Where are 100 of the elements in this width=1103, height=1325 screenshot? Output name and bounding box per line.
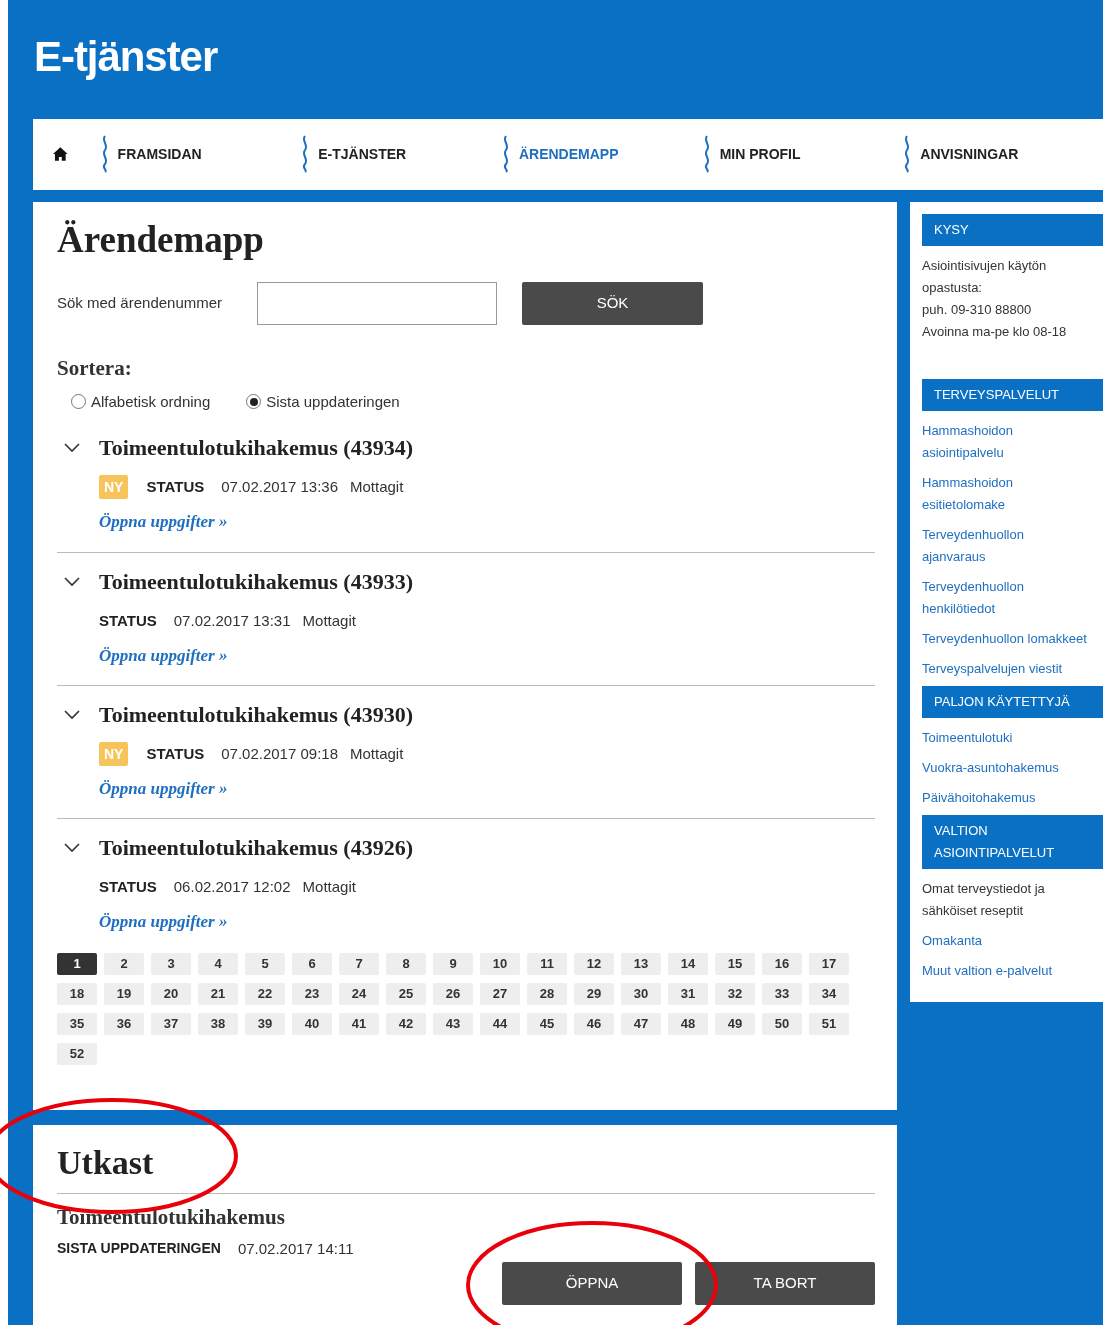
- page-number-button[interactable]: 41: [339, 1013, 379, 1035]
- sidebar-link[interactable]: Omakanta: [922, 930, 1103, 952]
- open-details-link[interactable]: Öppna uppgifter »: [99, 912, 228, 931]
- page-number-button[interactable]: 12: [574, 953, 614, 975]
- page-number-button[interactable]: 31: [668, 983, 708, 1005]
- sidebar-section-header: VALTION ASIOINTIPALVELUT: [922, 815, 1103, 869]
- page-number-button[interactable]: 23: [292, 983, 332, 1005]
- page-number-button[interactable]: 16: [762, 953, 802, 975]
- page-number-button[interactable]: 52: [57, 1043, 97, 1065]
- page-number-button[interactable]: 50: [762, 1013, 802, 1035]
- page-number-button[interactable]: 45: [527, 1013, 567, 1035]
- open-details-link[interactable]: Öppna uppgifter »: [99, 779, 228, 798]
- radio-button[interactable]: [246, 394, 262, 410]
- page-number-button[interactable]: 38: [198, 1013, 238, 1035]
- sidebar-link[interactable]: Muut valtion e-palvelut: [922, 960, 1103, 982]
- sidebar-text: Avoinna ma-pe klo 08-18: [922, 323, 1068, 341]
- page-number-button[interactable]: 35: [57, 1013, 97, 1035]
- page-number-button[interactable]: 11: [527, 953, 567, 975]
- radio-button[interactable]: [71, 394, 86, 410]
- page-number-button[interactable]: 13: [621, 953, 661, 975]
- page-number-button[interactable]: 3: [151, 953, 191, 975]
- page-heading: Ärendemapp: [57, 218, 265, 262]
- status-label: STATUS: [99, 610, 157, 631]
- page-number-button[interactable]: 18: [57, 983, 97, 1005]
- open-details-link[interactable]: Öppna uppgifter »: [99, 512, 228, 531]
- page-number-button[interactable]: 5: [245, 953, 285, 975]
- page-number-button[interactable]: 42: [386, 1013, 426, 1035]
- case-title: Toimeentulotukihakemus (43930): [99, 701, 413, 729]
- home-icon[interactable]: [53, 147, 68, 162]
- page-number-button[interactable]: 30: [621, 983, 661, 1005]
- nav-link[interactable]: ÄRENDEMAPP: [518, 143, 619, 165]
- new-badge: NY: [99, 475, 129, 499]
- status-date: 07.02.2017 13:31: [173, 610, 291, 631]
- page-number-button[interactable]: 24: [339, 983, 379, 1005]
- nav-link[interactable]: ANVISNINGAR: [920, 143, 1019, 165]
- status-value: Mottagit: [350, 476, 404, 497]
- page-number-button[interactable]: 51: [809, 1013, 849, 1035]
- status-date: 07.02.2017 13:36: [221, 476, 338, 497]
- case-title: Toimeentulotukihakemus (43934): [99, 434, 413, 462]
- page-number-button[interactable]: 25: [386, 983, 426, 1005]
- search-button[interactable]: SÖK: [522, 282, 703, 325]
- sidebar-link[interactable]: Hammashoidon esitietolomake: [922, 472, 1103, 516]
- page-number-button[interactable]: 48: [668, 1013, 708, 1035]
- sidebar-link[interactable]: Terveydenhuollon henkilötiedot: [922, 576, 1103, 620]
- page-number-button[interactable]: 17: [809, 953, 849, 975]
- chevron-down-icon[interactable]: [64, 576, 80, 587]
- sidebar-link[interactable]: Terveydenhuollon ajanvaraus: [922, 524, 1103, 568]
- sidebar-link[interactable]: Vuokra-asuntohakemus: [922, 757, 1103, 779]
- page-number-button[interactable]: 19: [104, 983, 144, 1005]
- status-label: STATUS: [146, 476, 205, 497]
- page-number-button[interactable]: 43: [433, 1013, 473, 1035]
- page-number-button[interactable]: 20: [151, 983, 191, 1005]
- sidebar-section-header: TERVEYSPALVELUT: [922, 379, 1103, 411]
- page-number-button[interactable]: 29: [574, 983, 614, 1005]
- page-number-button[interactable]: 32: [715, 983, 755, 1005]
- case-number-field[interactable]: [257, 282, 497, 325]
- open-details-link[interactable]: Öppna uppgifter »: [99, 646, 228, 665]
- sidebar-link[interactable]: Päivähoitohakemus: [922, 787, 1103, 809]
- page-number-button[interactable]: 49: [715, 1013, 755, 1035]
- sidebar-link[interactable]: Terveyspalvelujen viestit: [922, 658, 1103, 680]
- page-number-button[interactable]: 37: [151, 1013, 191, 1035]
- nav-link[interactable]: MIN PROFIL: [719, 143, 801, 165]
- page-number-button[interactable]: 44: [480, 1013, 520, 1035]
- sidebar-link[interactable]: Hammashoidon asiointipalvelu: [922, 420, 1103, 464]
- page-number-button[interactable]: 46: [574, 1013, 614, 1035]
- status-value: Mottagit: [302, 876, 356, 897]
- page-number-button[interactable]: 1: [57, 953, 97, 975]
- sidebar-link[interactable]: Terveydenhuollon lomakkeet: [922, 628, 1103, 650]
- page-number-button[interactable]: 26: [433, 983, 473, 1005]
- sidebar-link[interactable]: Toimeentulotuki: [922, 727, 1103, 749]
- page-number-button[interactable]: 8: [386, 953, 426, 975]
- chevron-down-icon[interactable]: [64, 709, 80, 720]
- search-label: Sök med ärendenummer: [57, 293, 224, 314]
- page-number-button[interactable]: 22: [245, 983, 285, 1005]
- sidebar-text: Omat terveystiedot ja sähköiset reseptit: [922, 880, 1046, 920]
- page-number-button[interactable]: 14: [668, 953, 708, 975]
- page-number-button[interactable]: 36: [104, 1013, 144, 1035]
- page-number-button[interactable]: 40: [292, 1013, 332, 1035]
- page-number-button[interactable]: 39: [245, 1013, 285, 1035]
- delete-button[interactable]: TA BORT: [695, 1262, 875, 1305]
- page-number-button[interactable]: 27: [480, 983, 520, 1005]
- page-number-button[interactable]: 33: [762, 983, 802, 1005]
- page-number-button[interactable]: 21: [198, 983, 238, 1005]
- page-number-button[interactable]: 47: [621, 1013, 661, 1035]
- page-number-button[interactable]: 6: [292, 953, 332, 975]
- case-title: Toimeentulotukihakemus (43933): [99, 568, 413, 596]
- page-number-button[interactable]: 9: [433, 953, 473, 975]
- page-number-button[interactable]: 28: [527, 983, 567, 1005]
- chevron-down-icon[interactable]: [64, 842, 80, 853]
- page-number-button[interactable]: 34: [809, 983, 849, 1005]
- page-number-button[interactable]: 4: [198, 953, 238, 975]
- page-number-button[interactable]: 2: [104, 953, 144, 975]
- chevron-down-icon[interactable]: [64, 442, 80, 453]
- nav-link[interactable]: E-TJÄNSTER: [318, 143, 407, 165]
- nav-link[interactable]: FRAMSIDAN: [117, 143, 202, 165]
- page-number-button[interactable]: 7: [339, 953, 379, 975]
- open-button[interactable]: ÖPPNA: [502, 1262, 682, 1305]
- page-number-button[interactable]: 15: [715, 953, 755, 975]
- status-date: 06.02.2017 12:02: [173, 876, 291, 897]
- page-number-button[interactable]: 10: [480, 953, 520, 975]
